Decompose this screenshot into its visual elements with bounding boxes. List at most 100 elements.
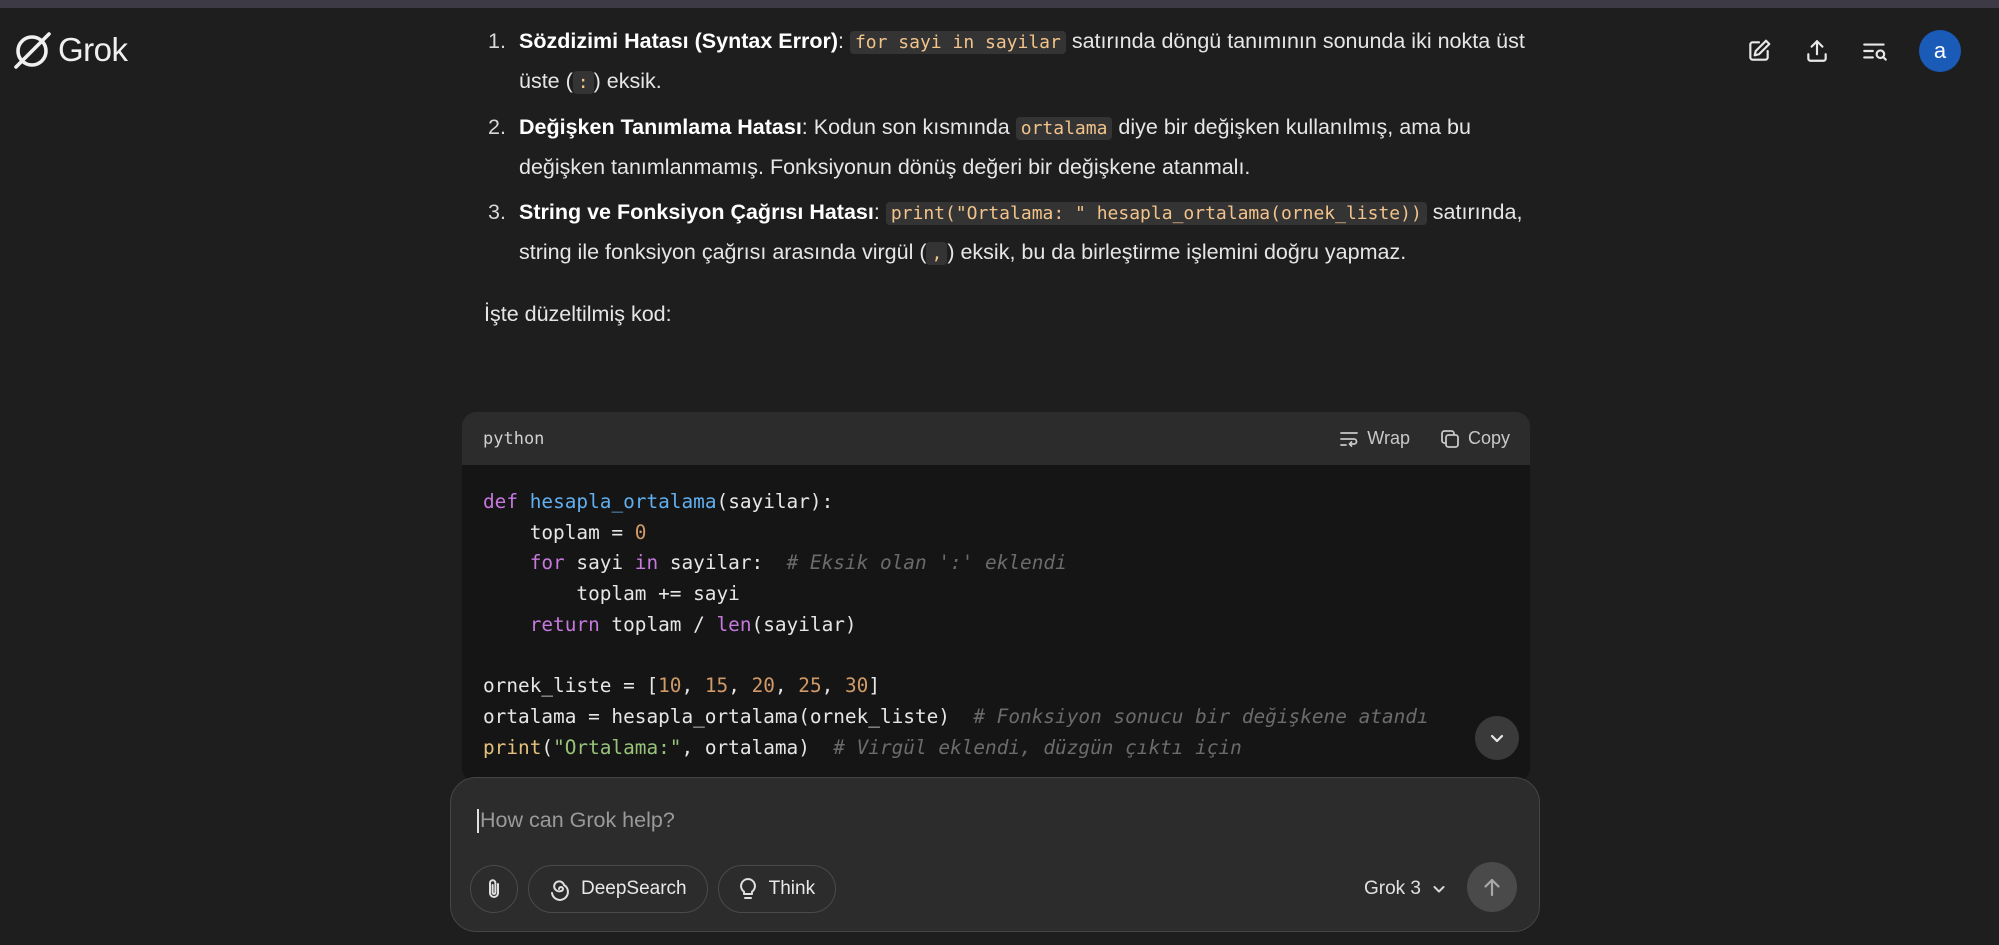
code-token: sayilar:: [658, 551, 787, 575]
code-token: hesapla_ortalama: [529, 490, 717, 513]
code-token: ,: [728, 674, 752, 698]
model-label: Grok 3: [1363, 878, 1421, 899]
chevron-down-icon: [1490, 734, 1504, 743]
code-token: toplam /: [599, 612, 717, 636]
paperclip-icon: [489, 879, 499, 898]
code-token: toplam += sayi: [483, 582, 740, 606]
list-item: 2. Değişken Tanımlama Hatası: Kodun son …: [484, 108, 1534, 187]
inline-code: print("Ortalama: " hesapla_ortalama(orne…: [885, 202, 1427, 225]
code-token: ,: [681, 674, 705, 698]
grok-logo[interactable]: Grok: [12, 30, 128, 70]
list-item: 3. String ve Fonksiyon Çağrısı Hatası: p…: [484, 193, 1534, 273]
model-selector[interactable]: Grok 3: [1364, 878, 1447, 900]
code-token: 0: [634, 520, 647, 544]
wrap-icon: [1340, 431, 1359, 447]
chat-input-placeholder: How can Grok help?: [480, 808, 675, 832]
code-content: def hesapla_ortalama(sayilar): toplam = …: [462, 465, 1530, 782]
list-item: 1. Sözdizimi Hatası (Syntax Error): for …: [484, 22, 1534, 102]
code-token: 25: [798, 674, 822, 698]
think-label: Think: [768, 878, 816, 899]
code-token: sayi: [564, 551, 635, 575]
assistant-message: 1. Sözdizimi Hatası (Syntax Error): for …: [484, 22, 1534, 334]
list-number: 1.: [488, 29, 506, 53]
code-token: ,: [774, 674, 799, 698]
upload-icon: [1807, 40, 1827, 62]
code-token: "Ortalama:": [553, 735, 682, 759]
inline-code: ,: [926, 242, 948, 265]
code-token: (sayilar):: [716, 490, 834, 513]
inline-code: ortalama: [1015, 117, 1113, 140]
code-token: 30: [845, 674, 869, 698]
colon: :: [873, 200, 886, 224]
colon: :: [838, 29, 850, 53]
code-token: print: [483, 735, 542, 759]
window-top-bar: [0, 0, 1999, 8]
code-token: len: [716, 612, 752, 636]
error-list: 1. Sözdizimi Hatası (Syntax Error): for …: [484, 22, 1534, 273]
item-text: ) eksik, bu da birleştirme işlemini doğr…: [947, 240, 1407, 264]
arrow-up-icon: [1484, 878, 1500, 897]
text-caret: [477, 809, 479, 834]
code-token: toplam =: [483, 520, 635, 544]
fixed-code-intro: İşte düzeltilmiş kod:: [484, 302, 672, 326]
code-token: ,: [821, 674, 845, 698]
code-token: ornek_liste = [: [483, 674, 659, 698]
deepsearch-button[interactable]: DeepSearch: [528, 865, 708, 913]
code-token: ]: [868, 674, 881, 698]
copy-icon: [1441, 429, 1459, 448]
edit-icon: [1749, 39, 1771, 61]
code-comment: # Virgül eklendi, düzgün çıktı için: [833, 735, 1242, 759]
avatar[interactable]: a: [1919, 30, 1961, 72]
code-token: (sayilar): [751, 612, 857, 636]
code-comment: # Fonksiyon sonucu bir değişkene atandı: [973, 704, 1429, 728]
grok-logo-icon: [14, 32, 51, 69]
logo-text: Grok: [58, 31, 128, 68]
chat-input[interactable]: How can Grok help?: [477, 808, 675, 834]
code-block-header: python Wrap Copy: [462, 412, 1530, 465]
list-search-icon: [1863, 43, 1887, 61]
composer-tools: DeepSearch Think: [470, 865, 837, 913]
list-number: 2.: [488, 115, 506, 139]
item-title: Değişken Tanımlama Hatası: [519, 115, 802, 139]
code-token: ortalama = hesapla_ortalama(ornek_liste): [483, 704, 974, 728]
code-token: return: [529, 612, 600, 636]
code-comment: # Eksik olan ':' eklendi: [786, 551, 1067, 575]
composer: How can Grok help? DeepSearch Think Grok…: [450, 777, 1540, 932]
top-actions: a: [1741, 30, 1961, 72]
wrap-button[interactable]: Wrap: [1339, 428, 1410, 449]
list-number: 3.: [488, 200, 506, 224]
code-block: python Wrap Copy def hesapla_ortalama(sa…: [462, 412, 1530, 782]
attach-button[interactable]: [470, 865, 518, 913]
chevron-down-icon: [1433, 886, 1445, 893]
code-token: 20: [751, 674, 775, 698]
item-text: : Kodun son kısmında: [801, 115, 1016, 139]
scroll-down-button[interactable]: [1475, 716, 1519, 760]
item-text: ) eksik.: [593, 69, 662, 93]
code-token: in: [634, 551, 659, 575]
code-language: python: [483, 428, 545, 449]
code-token: (: [541, 735, 554, 759]
item-title: Sözdizimi Hatası (Syntax Error): [519, 29, 838, 53]
think-button[interactable]: Think: [717, 865, 837, 913]
inline-code: :: [572, 71, 594, 94]
copy-button[interactable]: Copy: [1440, 428, 1510, 449]
copy-label: Copy: [1467, 428, 1510, 448]
code-token: def: [483, 490, 519, 513]
new-chat-button[interactable]: [1741, 33, 1777, 69]
inline-code: for sayi in sayilar: [849, 31, 1066, 54]
code-token: for: [529, 551, 565, 575]
share-button[interactable]: [1799, 33, 1835, 69]
deepsearch-label: DeepSearch: [581, 878, 687, 899]
item-title: String ve Fonksiyon Çağrısı Hatası: [519, 200, 874, 224]
code-token: , ortalama): [681, 735, 834, 759]
code-token: 15: [704, 674, 729, 698]
wrap-label: Wrap: [1367, 428, 1410, 448]
deepsearch-icon: [551, 880, 569, 901]
history-search-button[interactable]: [1857, 33, 1893, 69]
lightbulb-icon: [739, 878, 756, 899]
send-button[interactable]: [1467, 862, 1517, 912]
code-token: 10: [658, 674, 682, 698]
code-actions: Wrap Copy: [1339, 428, 1510, 449]
